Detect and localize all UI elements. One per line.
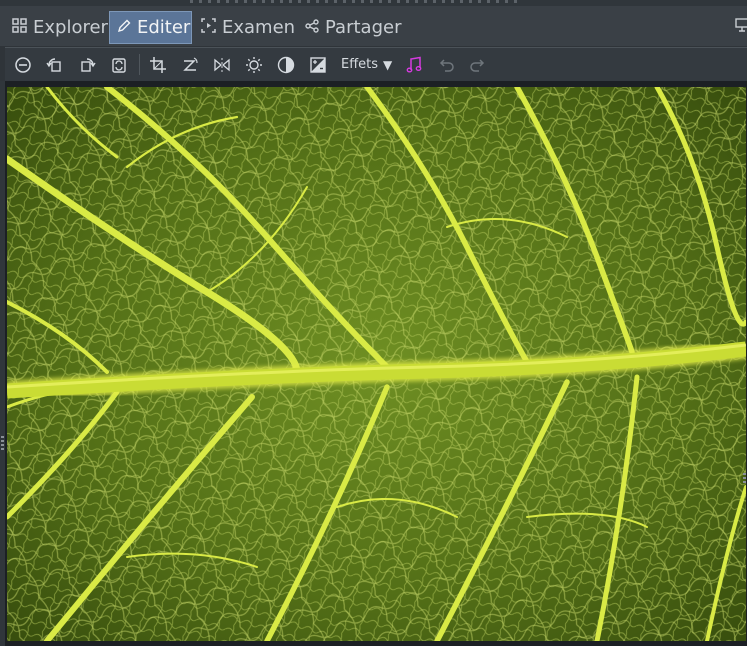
mode-tabs: Explorer Editer Examen Partager <box>0 6 747 46</box>
tab-partager-label: Partager <box>325 17 402 38</box>
undo-button[interactable] <box>434 48 458 81</box>
zoom-out-icon <box>15 56 31 73</box>
rotate-left-button[interactable] <box>43 48 67 81</box>
flip-button[interactable] <box>210 48 234 81</box>
presentation-icon <box>201 17 216 38</box>
share-icon <box>305 17 319 38</box>
tab-examen[interactable]: Examen <box>201 11 295 44</box>
contrast-icon <box>277 56 295 73</box>
grid-icon <box>12 17 27 38</box>
image-canvas <box>5 81 747 646</box>
edit-toolbar: Effets ▼ <box>5 47 747 81</box>
caret-down-icon: ▼ <box>383 57 393 72</box>
right-resize-handle[interactable] <box>743 473 746 485</box>
exposure-icon <box>310 56 326 73</box>
exposure-button[interactable] <box>306 48 330 81</box>
rotate-right-button[interactable] <box>75 48 99 81</box>
auto-adjust-button[interactable] <box>107 48 131 81</box>
tab-overflow[interactable] <box>735 11 747 44</box>
tab-editer[interactable]: Editer <box>109 11 192 44</box>
effects-label: Effets <box>341 57 379 72</box>
toolbar-divider <box>139 54 140 75</box>
redo-icon <box>470 58 485 72</box>
auto-adjust-icon <box>112 57 126 73</box>
brightness-icon <box>246 56 262 73</box>
audio-button[interactable] <box>402 48 426 81</box>
leaf-photo[interactable] <box>7 87 746 641</box>
pencil-icon <box>117 17 131 38</box>
effects-dropdown[interactable]: Effets ▼ <box>341 48 392 81</box>
crop-icon <box>150 56 166 73</box>
rotate-left-icon <box>46 57 61 72</box>
straighten-icon <box>183 56 198 71</box>
flip-icon <box>214 57 230 72</box>
tab-explorer[interactable]: Explorer <box>12 11 108 44</box>
redo-button[interactable] <box>466 48 490 81</box>
tab-explorer-label: Explorer <box>33 17 108 38</box>
left-resize-handle[interactable] <box>1 436 4 450</box>
presentation-screen-icon <box>735 17 747 38</box>
music-icon <box>406 56 422 72</box>
undo-icon <box>439 58 454 72</box>
zoom-out-button[interactable] <box>11 48 35 81</box>
tab-editer-label: Editer <box>137 17 191 38</box>
brightness-button[interactable] <box>242 48 266 81</box>
straighten-button[interactable] <box>178 48 202 81</box>
crop-button[interactable] <box>146 48 170 81</box>
rotate-right-icon <box>81 57 96 72</box>
contrast-button[interactable] <box>274 48 298 81</box>
tab-partager[interactable]: Partager <box>305 11 401 44</box>
tab-examen-label: Examen <box>222 17 296 38</box>
